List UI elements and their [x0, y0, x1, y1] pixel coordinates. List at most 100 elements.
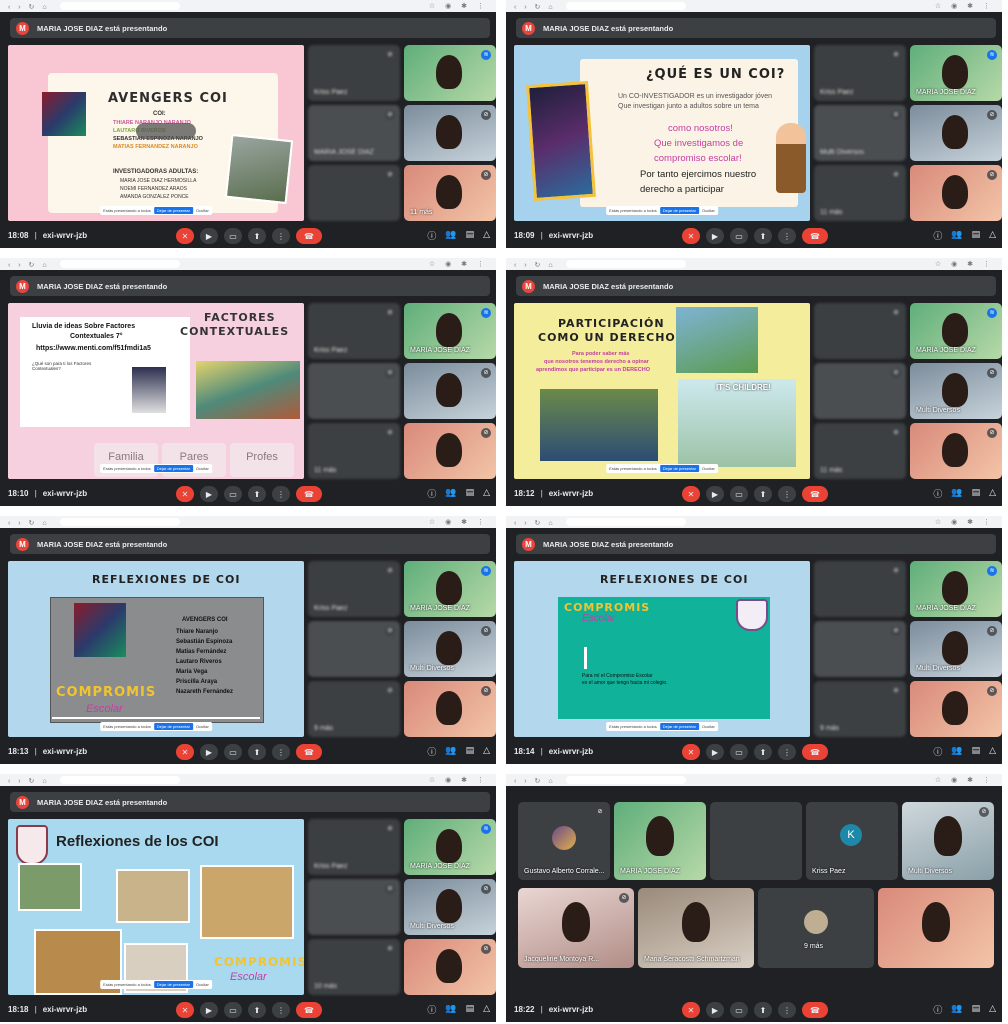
chat-icon[interactable]: ▤ [972, 1003, 981, 1016]
participant-tile[interactable]: ⊘ 10 más [308, 939, 400, 995]
participant-tile[interactable]: ≋ [404, 45, 496, 101]
present-icon[interactable]: ⬆ [754, 228, 772, 244]
nav-icons[interactable]: ‹ › ↻ ⌂ [8, 777, 50, 785]
participant-tile[interactable]: ≋ MARIA JOSE DIAZ [910, 45, 1002, 101]
participant-tile[interactable]: ⊘ Multi Diversos [404, 879, 496, 935]
activities-icon[interactable]: △ [989, 745, 996, 758]
people-icon[interactable]: 👥 [951, 1003, 962, 1016]
participant-tile[interactable]: ⊘ Gustavo Alberto Corrale... [518, 802, 610, 880]
captions-icon[interactable]: ▭ [730, 1002, 748, 1018]
end-call-icon[interactable]: ☎ [802, 228, 828, 244]
participant-tile[interactable]: ⊘ [814, 561, 906, 617]
end-call-icon[interactable]: ☎ [296, 228, 322, 244]
participant-tile[interactable]: ⊘ [814, 363, 906, 419]
captions-icon[interactable]: ▭ [224, 486, 242, 502]
info-icon[interactable]: ⓘ [427, 1003, 436, 1016]
participant-tile[interactable]: ⊘ [404, 681, 496, 737]
address-bar[interactable] [566, 518, 686, 526]
nav-icons[interactable]: ‹ › ↻ ⌂ [8, 261, 50, 269]
more-options-icon[interactable]: ⋮ [272, 228, 290, 244]
nav-icons[interactable]: ‹ › ↻ ⌂ [8, 3, 50, 11]
participant-tile[interactable]: ⊘ 9 más [814, 681, 906, 737]
end-call-icon[interactable]: ☎ [296, 486, 322, 502]
participant-tile[interactable]: ⊘ [910, 423, 1002, 479]
camera-icon[interactable]: ▶ [706, 228, 724, 244]
stop-presenting-button[interactable]: Dejar de presentar [153, 723, 193, 730]
activities-icon[interactable]: △ [989, 487, 996, 500]
participant-tile[interactable]: ⊘ [308, 165, 400, 221]
participant-tile[interactable]: ⊘ [404, 423, 496, 479]
address-bar[interactable] [566, 260, 686, 268]
hide-toolbar-button[interactable]: Ocultar [196, 982, 209, 987]
more-options-icon[interactable]: ⋮ [778, 228, 796, 244]
more-options-icon[interactable]: ⋮ [778, 486, 796, 502]
nav-icons[interactable]: ‹ › ↻ ⌂ [514, 777, 556, 785]
mic-muted-icon[interactable]: ✕ [682, 486, 700, 502]
participant-tile[interactable]: ⊘ Multi Diversos [910, 363, 1002, 419]
browser-actions-icon[interactable]: ☆ ◉ ✱ ⋮ [935, 518, 994, 526]
chat-icon[interactable]: ▤ [466, 487, 475, 500]
present-icon[interactable]: ⬆ [248, 228, 266, 244]
chat-icon[interactable]: ▤ [466, 229, 475, 242]
hide-toolbar-button[interactable]: Ocultar [702, 466, 715, 471]
address-bar[interactable] [566, 2, 686, 10]
info-icon[interactable]: ⓘ [933, 745, 942, 758]
participant-tile[interactable]: ⊘ Kriss Paez [308, 561, 400, 617]
participant-tile[interactable]: ≋ MARIA JOSE DIAZ [910, 561, 1002, 617]
chat-icon[interactable]: ▤ [972, 229, 981, 242]
end-call-icon[interactable]: ☎ [802, 1002, 828, 1018]
info-icon[interactable]: ⓘ [933, 1003, 942, 1016]
participant-tile[interactable]: K Kriss Paez [806, 802, 898, 880]
people-icon[interactable]: 👥 [445, 229, 456, 242]
camera-icon[interactable]: ▶ [200, 744, 218, 760]
people-icon[interactable]: 👥 [445, 1003, 456, 1016]
people-icon[interactable]: 👥 [445, 745, 456, 758]
nav-icons[interactable]: ‹ › ↻ ⌂ [514, 261, 556, 269]
chat-icon[interactable]: ▤ [972, 745, 981, 758]
nav-icons[interactable]: ‹ › ↻ ⌂ [514, 519, 556, 527]
participant-tile[interactable]: ⊘ Multi Diversos [404, 621, 496, 677]
participant-tile[interactable]: ⊘ Multi Diversos [814, 105, 906, 161]
hide-toolbar-button[interactable]: Ocultar [702, 724, 715, 729]
participant-tile[interactable]: ⊘ 11 más [814, 423, 906, 479]
more-options-icon[interactable]: ⋮ [272, 744, 290, 760]
present-icon[interactable]: ⬆ [248, 1002, 266, 1018]
hide-toolbar-button[interactable]: Ocultar [196, 724, 209, 729]
participant-tile[interactable]: ⊘ [308, 879, 400, 935]
end-call-icon[interactable]: ☎ [802, 486, 828, 502]
present-icon[interactable]: ⬆ [754, 744, 772, 760]
participant-tile[interactable] [710, 802, 802, 880]
participant-tile[interactable]: ⊘ [910, 165, 1002, 221]
participant-tile[interactable]: ⊘ MARIA JOSE DIAZ [308, 105, 400, 161]
activities-icon[interactable]: △ [483, 229, 490, 242]
chat-icon[interactable]: ▤ [466, 1003, 475, 1016]
activities-icon[interactable]: △ [483, 1003, 490, 1016]
stop-presenting-button[interactable]: Dejar de presentar [659, 465, 699, 472]
present-icon[interactable]: ⬆ [248, 486, 266, 502]
participant-tile[interactable]: ⊘ [814, 621, 906, 677]
camera-icon[interactable]: ▶ [706, 744, 724, 760]
end-call-icon[interactable]: ☎ [296, 1002, 322, 1018]
participant-tile[interactable]: ⊘ Multi Diversos [902, 802, 994, 880]
participant-tile[interactable]: ⊘ [404, 363, 496, 419]
info-icon[interactable]: ⓘ [427, 745, 436, 758]
stop-presenting-button[interactable]: Dejar de presentar [153, 981, 193, 988]
browser-actions-icon[interactable]: ☆ ◉ ✱ ⋮ [429, 518, 488, 526]
info-icon[interactable]: ⓘ [933, 229, 942, 242]
camera-icon[interactable]: ▶ [200, 486, 218, 502]
stop-presenting-button[interactable]: Dejar de presentar [153, 207, 193, 214]
participant-tile[interactable]: Maria Seracostti Schmartzman [638, 888, 754, 968]
participant-tile[interactable]: ⊘ [404, 105, 496, 161]
info-icon[interactable]: ⓘ [427, 229, 436, 242]
participant-tile[interactable]: ≋ MARIA JOSE DIAZ [404, 819, 496, 875]
people-icon[interactable]: 👥 [445, 487, 456, 500]
nav-icons[interactable]: ‹ › ↻ ⌂ [514, 3, 556, 11]
more-options-icon[interactable]: ⋮ [778, 744, 796, 760]
more-options-icon[interactable]: ⋮ [272, 486, 290, 502]
participant-tile[interactable]: ≋ MARIA JOSE DIAZ [910, 303, 1002, 359]
camera-icon[interactable]: ▶ [200, 228, 218, 244]
more-options-icon[interactable]: ⋮ [272, 1002, 290, 1018]
video-progress-bar[interactable] [52, 717, 260, 719]
participant-tile[interactable]: ⊘ [404, 939, 496, 995]
end-call-icon[interactable]: ☎ [296, 744, 322, 760]
